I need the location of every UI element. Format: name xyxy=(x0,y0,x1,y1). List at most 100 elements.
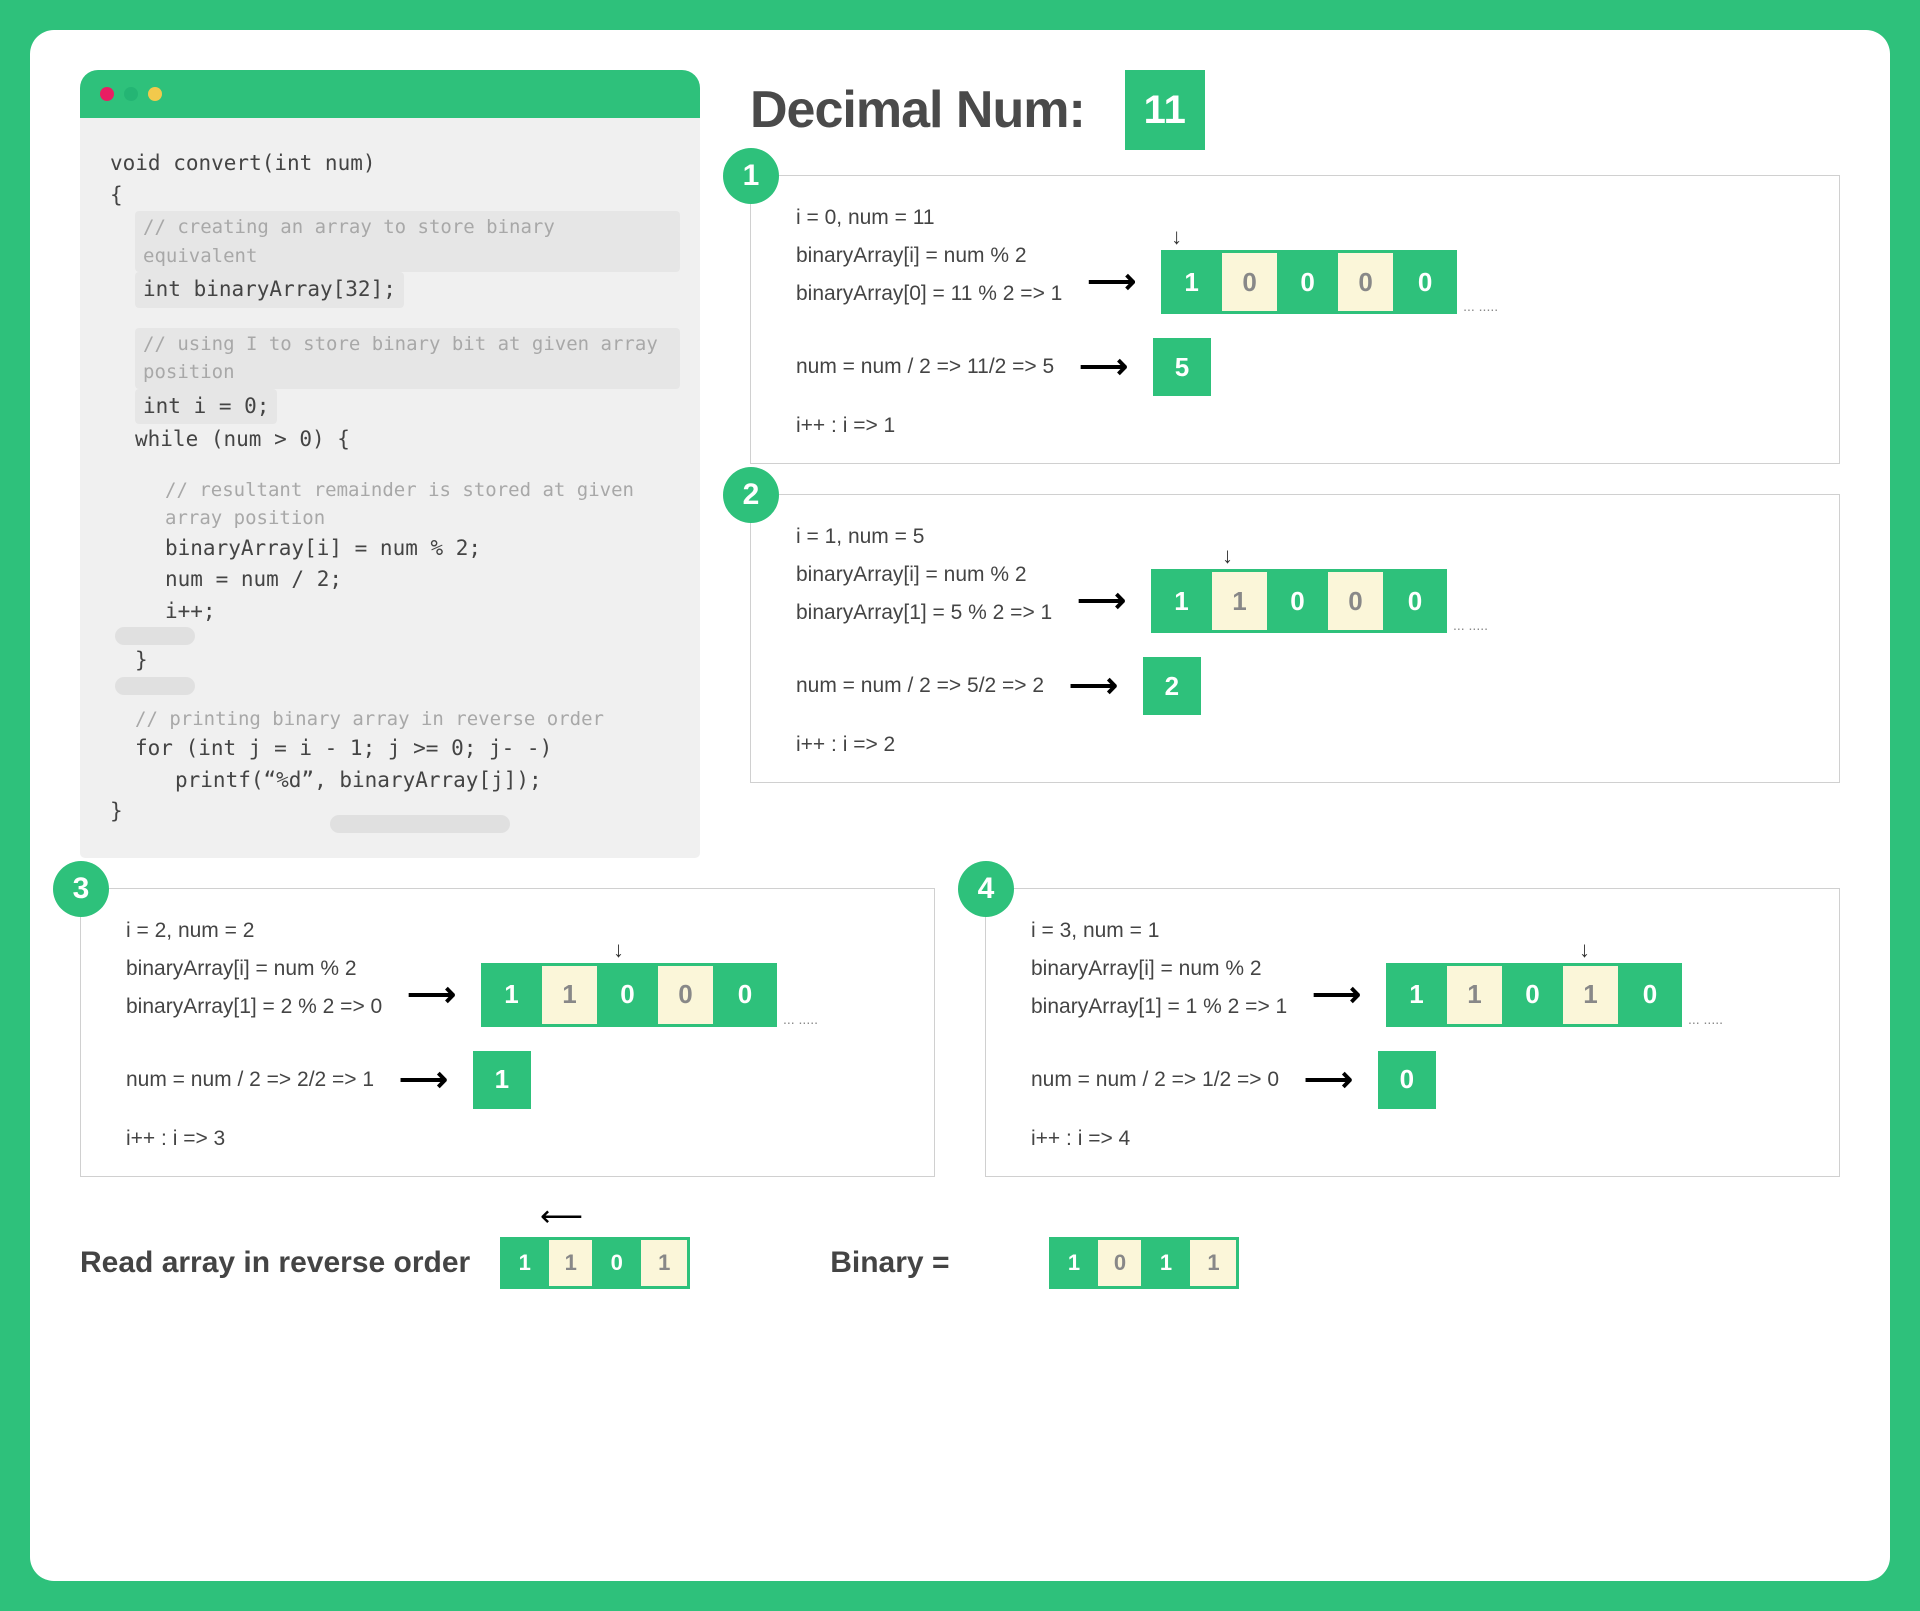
code-line: for (int j = i - 1; j >= 0; j- -) xyxy=(135,733,680,765)
step-expr: binaryArray[i] = num % 2 xyxy=(796,563,1052,587)
array-cell: 1 xyxy=(484,966,542,1024)
array-cell: 0 xyxy=(1621,966,1679,1024)
array-cell: 0 xyxy=(716,966,774,1024)
num-expr: num = num / 2 => 5/2 => 2 xyxy=(796,674,1044,698)
code-comment: // using I to store binary bit at given … xyxy=(135,328,680,389)
code-line: int binaryArray[32]; xyxy=(135,272,404,308)
top-row: void convert(int num) { // creating an a… xyxy=(80,70,1840,858)
array-cell: 0 xyxy=(1280,253,1338,311)
array-ellipsis: ... ..... xyxy=(1463,298,1498,314)
code-line: while (num > 0) { xyxy=(135,424,680,456)
array-cell: 1 xyxy=(1212,572,1270,630)
code-line: } xyxy=(135,645,680,677)
step-expr: binaryArray[0] = 11 % 2 => 1 xyxy=(796,282,1062,306)
inc-expr: i++ : i => 4 xyxy=(1031,1127,1814,1151)
window-dot-red xyxy=(100,87,114,101)
window-dot-green xyxy=(124,87,138,101)
arrow-right-icon: ⟶ xyxy=(1312,975,1361,1015)
step-number-badge: 3 xyxy=(53,861,109,917)
result-cell: 1 xyxy=(641,1240,687,1286)
array-cell: 0 xyxy=(1505,966,1563,1024)
result-row: ⟵ Read array in reverse order 1101 Binar… xyxy=(80,1237,1840,1289)
code-line: int i = 0; xyxy=(135,389,277,425)
step-number-badge: 1 xyxy=(723,148,779,204)
pointer-down-icon: ↓ xyxy=(1171,224,1182,250)
array-cell: 0 xyxy=(1396,253,1454,311)
array-cell: 0 xyxy=(1386,572,1444,630)
binary-array-state: 10000 xyxy=(1161,250,1457,314)
inc-expr: i++ : i => 1 xyxy=(796,414,1814,438)
array-wrap: ↓ 11010 ... ..... xyxy=(1386,963,1723,1027)
step-expr: binaryArray[1] = 1 % 2 => 1 xyxy=(1031,995,1287,1019)
step-2: 2 i = 1, num = 5 binaryArray[i] = num % … xyxy=(750,494,1840,783)
pointer-down-icon: ↓ xyxy=(1222,543,1233,569)
array-cell: 0 xyxy=(1338,253,1396,311)
code-line: printf(“%d”, binaryArray[j]); xyxy=(135,765,680,797)
binary-array: 1011 xyxy=(1049,1237,1239,1289)
arrow-right-icon: ⟶ xyxy=(1077,581,1126,621)
reverse-array: 1101 xyxy=(500,1237,690,1289)
code-comment: // printing binary array in reverse orde… xyxy=(135,705,680,734)
array-cell: 1 xyxy=(1389,966,1447,1024)
array-cell: 0 xyxy=(1222,253,1280,311)
bottom-steps-row: 3 i = 2, num = 2 binaryArray[i] = num % … xyxy=(80,888,1840,1207)
array-cell: 1 xyxy=(1447,966,1505,1024)
code-panel: void convert(int num) { // creating an a… xyxy=(80,70,700,858)
decimal-value-box: 11 xyxy=(1125,70,1205,150)
array-ellipsis: ... ..... xyxy=(783,1011,818,1027)
num-expr: num = num / 2 => 11/2 => 5 xyxy=(796,355,1054,379)
result-cell: 1 xyxy=(1144,1240,1190,1286)
code-body: void convert(int num) { // creating an a… xyxy=(80,118,700,858)
binary-label: Binary = xyxy=(830,1246,949,1280)
array-cell: 1 xyxy=(1563,966,1621,1024)
step-header: i = 1, num = 5 xyxy=(796,525,1814,549)
step-expr: binaryArray[1] = 2 % 2 => 0 xyxy=(126,995,382,1019)
arrow-right-icon: ⟶ xyxy=(399,1060,448,1100)
array-wrap: ↓ 11000 ... ..... xyxy=(481,963,818,1027)
array-ellipsis: ... ..... xyxy=(1453,617,1488,633)
array-cell: 0 xyxy=(1328,572,1386,630)
result-cell: 1 xyxy=(503,1240,549,1286)
step-expr: binaryArray[1] = 5 % 2 => 1 xyxy=(796,601,1052,625)
code-comment: // resultant remainder is stored at give… xyxy=(165,476,680,533)
reverse-arrow-icon: ⟵ xyxy=(540,1199,583,1234)
arrow-right-icon: ⟶ xyxy=(1069,666,1118,706)
step-number-badge: 2 xyxy=(723,467,779,523)
num-value-box: 1 xyxy=(473,1051,531,1109)
decimal-header: Decimal Num: 11 xyxy=(750,70,1840,150)
array-cell: 0 xyxy=(658,966,716,1024)
step-header: i = 2, num = 2 xyxy=(126,919,909,943)
code-line: num = num / 2; xyxy=(165,564,680,596)
result-cell: 0 xyxy=(1098,1240,1144,1286)
result-cell: 0 xyxy=(595,1240,641,1286)
array-cell: 1 xyxy=(1154,572,1212,630)
page-container: void convert(int num) { // creating an a… xyxy=(30,30,1890,1581)
arrow-right-icon: ⟶ xyxy=(1304,1060,1353,1100)
num-expr: num = num / 2 => 1/2 => 0 xyxy=(1031,1068,1279,1092)
array-ellipsis: ... ..... xyxy=(1688,1011,1723,1027)
decimal-title: Decimal Num: xyxy=(750,80,1085,140)
step-expr: binaryArray[i] = num % 2 xyxy=(126,957,382,981)
code-line: void convert(int num) xyxy=(110,148,680,180)
pointer-down-icon: ↓ xyxy=(1579,937,1590,963)
code-line: i++; xyxy=(165,596,680,628)
array-wrap: ↓ 10000 ... ..... xyxy=(1161,250,1498,314)
reverse-label: Read array in reverse order xyxy=(80,1246,470,1280)
result-cell: 1 xyxy=(549,1240,595,1286)
binary-array-state: 11000 xyxy=(1151,569,1447,633)
array-cell: 0 xyxy=(600,966,658,1024)
num-value-box: 2 xyxy=(1143,657,1201,715)
pointer-down-icon: ↓ xyxy=(613,937,624,963)
arrow-right-icon: ⟶ xyxy=(1079,347,1128,387)
result-cell: 1 xyxy=(1052,1240,1098,1286)
num-value-box: 5 xyxy=(1153,338,1211,396)
step-1: 1 i = 0, num = 11 binaryArray[i] = num %… xyxy=(750,175,1840,464)
step-3: 3 i = 2, num = 2 binaryArray[i] = num % … xyxy=(80,888,935,1177)
array-cell: 0 xyxy=(1270,572,1328,630)
arrow-right-icon: ⟶ xyxy=(407,975,456,1015)
code-line: { xyxy=(110,180,680,212)
code-comment: // creating an array to store binary equ… xyxy=(135,211,680,272)
result-cell: 1 xyxy=(1190,1240,1236,1286)
inc-expr: i++ : i => 3 xyxy=(126,1127,909,1151)
step-number-badge: 4 xyxy=(958,861,1014,917)
